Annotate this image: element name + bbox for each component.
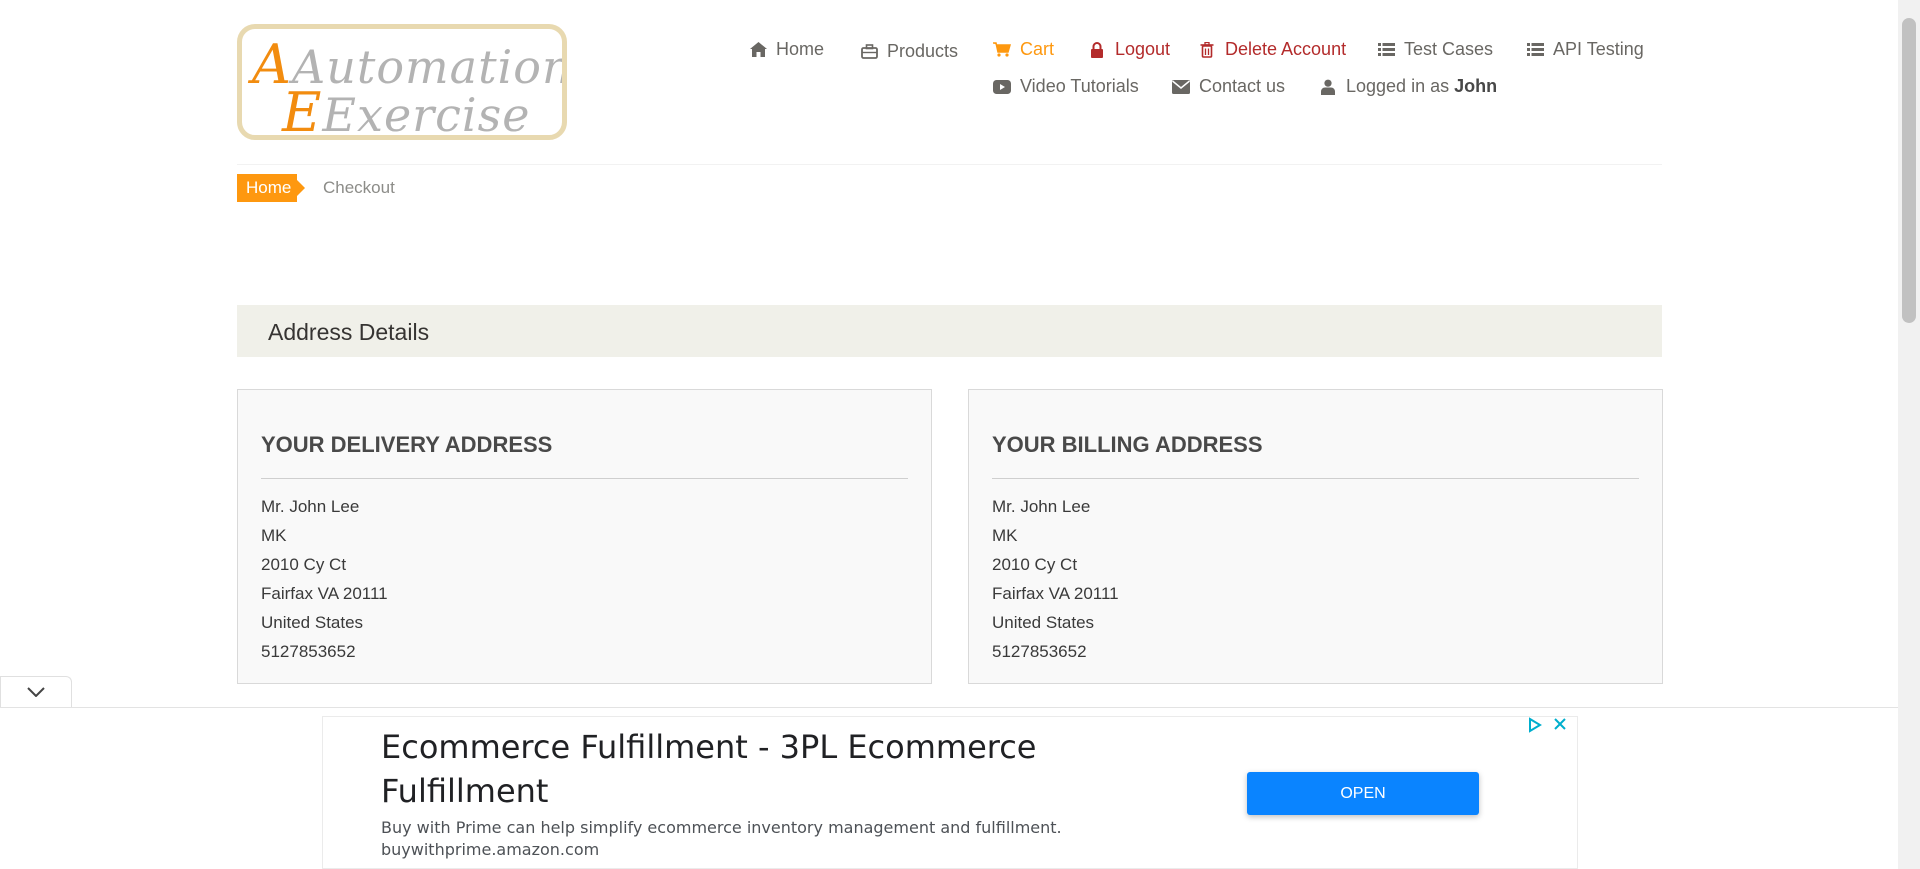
list-icon [1526, 41, 1544, 59]
user-icon [1319, 78, 1337, 96]
ad-description: Buy with Prime can help simplify ecommer… [381, 818, 1062, 837]
address-line-street: 2010 Cy Ct [992, 555, 1078, 574]
breadcrumb-home[interactable]: Home [237, 174, 305, 202]
address-line-company: MK [261, 526, 287, 545]
address-line-name: Mr. John Lee [992, 497, 1091, 516]
scrollbar-thumb[interactable] [1902, 18, 1916, 323]
delivery-address-box: YOUR DELIVERY ADDRESS Mr. John Lee MK 20… [237, 389, 932, 684]
home-icon [749, 41, 767, 59]
address-line-company: MK [992, 526, 1018, 545]
nav-cart-label: Cart [1020, 39, 1055, 59]
nav-api-testing-label: API Testing [1553, 39, 1644, 59]
nav-products[interactable]: Products [860, 41, 958, 62]
nav-home-label: Home [776, 39, 825, 59]
billing-address-lines: Mr. John Lee MK 2010 Cy Ct Fairfax VA 20… [992, 497, 1119, 671]
lock-icon [1088, 41, 1106, 59]
nav-contact-us[interactable]: Contact us [1172, 76, 1285, 97]
logged-in-prefix: Logged in as [1346, 76, 1450, 96]
vertical-scrollbar[interactable] [1898, 0, 1920, 869]
address-details-heading: Address Details [237, 305, 1662, 357]
nav-api-testing[interactable]: API Testing [1526, 39, 1644, 60]
ad-title[interactable]: Ecommerce Fulfillment - 3PL Ecommerce Fu… [381, 725, 1141, 813]
address-line-phone: 5127853652 [992, 642, 1087, 661]
youtube-play-icon [993, 78, 1011, 96]
ad-open-button[interactable]: OPEN [1247, 772, 1479, 815]
address-line-name: Mr. John Lee [261, 497, 360, 516]
address-line-country: United States [992, 613, 1095, 632]
nav-logged-in: Logged in as John [1319, 76, 1497, 97]
nav-test-cases-label: Test Cases [1404, 39, 1494, 59]
envelope-icon [1172, 78, 1190, 96]
delivery-address-lines: Mr. John Lee MK 2010 Cy Ct Fairfax VA 20… [261, 497, 388, 671]
ad-divider [0, 707, 1898, 708]
nav-contact-us-label: Contact us [1199, 76, 1286, 96]
nav-delete-account[interactable]: Delete Account [1198, 39, 1346, 60]
nav-products-label: Products [887, 41, 959, 61]
address-line-city-state-zip: Fairfax VA 20111 [992, 584, 1119, 603]
cart-icon [993, 41, 1011, 59]
billing-address-box: YOUR BILLING ADDRESS Mr. John Lee MK 201… [968, 389, 1663, 684]
nav-delete-account-label: Delete Account [1225, 39, 1347, 59]
billing-address-heading: YOUR BILLING ADDRESS [992, 432, 1263, 457]
section-title: Address Details [268, 319, 430, 345]
briefcase-icon [860, 43, 878, 61]
adchoices-icon[interactable] [1527, 717, 1543, 738]
address-line-phone: 5127853652 [261, 642, 356, 661]
logged-in-username: John [1454, 76, 1498, 96]
nav-logout[interactable]: Logout [1088, 39, 1170, 60]
nav-video-tutorials-label: Video Tutorials [1020, 76, 1139, 96]
header-divider [237, 164, 1662, 165]
logo-text-line2: EExercise [282, 81, 531, 140]
nav-video-tutorials[interactable]: Video Tutorials [993, 76, 1139, 97]
ad-url[interactable]: buywithprime.amazon.com [381, 840, 599, 859]
ad-collapse-button[interactable] [0, 676, 72, 708]
address-line-street: 2010 Cy Ct [261, 555, 347, 574]
nav-cart[interactable]: Cart [993, 39, 1054, 60]
site-logo[interactable]: AAutomation EExercise [237, 24, 567, 140]
logo-line2-rest: Exercise [322, 88, 531, 140]
nav-logout-label: Logout [1115, 39, 1171, 59]
address-line-country: United States [261, 613, 364, 632]
divider [992, 478, 1639, 479]
nav-test-cases[interactable]: Test Cases [1377, 39, 1493, 60]
chevron-down-icon [27, 684, 45, 702]
address-line-city-state-zip: Fairfax VA 20111 [261, 584, 388, 603]
divider [261, 478, 908, 479]
close-icon[interactable] [1553, 717, 1567, 736]
breadcrumb-current: Checkout [323, 178, 395, 197]
trash-icon [1198, 41, 1216, 59]
delivery-address-heading: YOUR DELIVERY ADDRESS [261, 432, 553, 457]
nav-home[interactable]: Home [749, 39, 824, 60]
ad-banner[interactable]: Ecommerce Fulfillment - 3PL Ecommerce Fu… [322, 716, 1578, 869]
list-icon [1377, 41, 1395, 59]
